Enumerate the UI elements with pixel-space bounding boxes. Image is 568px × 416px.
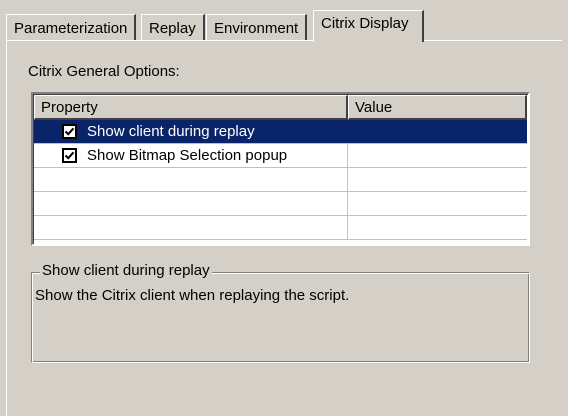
cell-divider [347,144,348,167]
tab-citrix-display[interactable]: Citrix Display [313,10,424,42]
show-bitmap-checkbox[interactable] [62,148,77,163]
cell-divider [347,120,348,143]
cell-divider [347,216,348,239]
grid-row-show-bitmap[interactable]: Show Bitmap Selection popup [34,144,527,168]
row-label-show-client: Show client during replay [87,123,255,140]
checkmark-icon [64,127,75,136]
column-header-property[interactable]: Property [34,95,348,120]
column-header-value[interactable]: Value [348,95,527,120]
description-groupbox: Show client during replay Show the Citri… [31,262,530,363]
tab-replay[interactable]: Replay [141,14,205,40]
cell-divider [347,168,348,191]
cell-divider [347,192,348,215]
tab-environment[interactable]: Environment [206,14,308,40]
property-grid: Property Value Show client during replay… [31,92,530,246]
description-text: Show the Citrix client when replaying th… [35,287,350,304]
tab-strip: Parameterization Replay Environment Citr… [6,10,562,42]
section-title: Citrix General Options: [28,63,180,80]
description-title: Show client during replay [40,262,212,279]
checkmark-icon [64,151,75,160]
row-label-show-bitmap: Show Bitmap Selection popup [87,147,288,164]
grid-empty-row [34,192,527,216]
grid-empty-row [34,168,527,192]
show-client-checkbox[interactable] [62,124,77,139]
grid-row-show-client[interactable]: Show client during replay [34,120,527,144]
grid-empty-row [34,216,527,240]
tab-parameterization[interactable]: Parameterization [6,14,137,40]
